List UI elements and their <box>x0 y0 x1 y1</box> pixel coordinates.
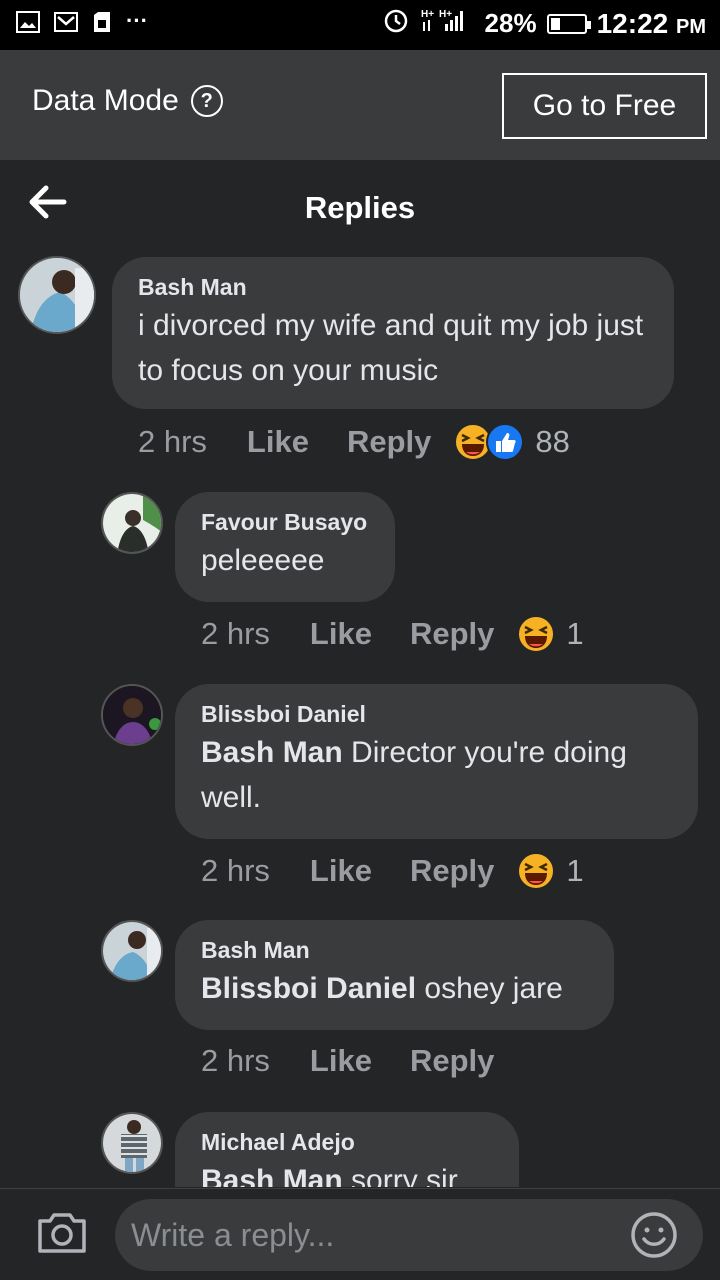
comment-actions: 2 hrs Like Reply <box>201 1043 516 1079</box>
sim-icon <box>92 11 112 38</box>
more-notifications-icon: ··· <box>126 7 148 33</box>
mention-link[interactable]: Bash Man <box>201 736 343 769</box>
like-link[interactable]: Like <box>247 424 309 460</box>
mention-link[interactable]: Blissboi Daniel <box>201 972 416 1005</box>
mention-link[interactable]: Bash Man <box>201 1164 343 1187</box>
avatar[interactable] <box>101 492 163 554</box>
replies-header: Replies <box>0 160 720 250</box>
reaction-count[interactable]: 88 <box>535 424 569 460</box>
comment-time: 2 hrs <box>201 616 270 651</box>
comment-actions: 2 hrs Like Reply 1 <box>201 614 584 654</box>
reaction-count[interactable]: 1 <box>566 853 583 889</box>
signal-icon: H+ H+ <box>419 6 475 41</box>
status-bar: ··· H+ H+ 28% 12:22 PM <box>0 0 720 50</box>
comment-time: 2 hrs <box>201 1043 270 1078</box>
like-icon[interactable] <box>485 422 525 462</box>
comment-bubble[interactable]: Favour Busayo peleeeee <box>175 492 395 602</box>
svg-text:H+: H+ <box>421 9 434 20</box>
avatar[interactable] <box>101 920 163 982</box>
comment-text: Bash Man sorry sir <box>201 1158 493 1187</box>
battery-icon <box>546 13 591 34</box>
avatar[interactable] <box>18 256 96 334</box>
reply-composer <box>0 1188 720 1280</box>
go-to-free-button[interactable]: Go to Free <box>502 73 707 139</box>
emoji-icon[interactable] <box>630 1211 678 1259</box>
comment-time: 2 hrs <box>201 853 270 888</box>
help-icon[interactable]: ? <box>190 85 223 117</box>
comment-author[interactable]: Bash Man <box>138 273 648 301</box>
comment-actions: 2 hrs Like Reply 1 <box>201 851 584 891</box>
comment-text: Blissboi Daniel oshey jare <box>201 972 563 1005</box>
battery-percent: 28% <box>484 8 537 38</box>
comment-time: 2 hrs <box>138 424 207 459</box>
comment-author[interactable]: Blissboi Daniel <box>201 700 672 728</box>
clock: 12:22 PM <box>596 7 706 39</box>
comment-text: Bash Man Director you're doing well. <box>201 736 627 814</box>
comment-bubble[interactable]: Michael Adejo Bash Man sorry sir <box>175 1112 519 1187</box>
comment-text: i divorced my wife and quit my job just … <box>138 309 644 387</box>
comment-bubble[interactable]: Bash Man i divorced my wife and quit my … <box>112 257 674 409</box>
data-mode-label: Data Mode ? <box>32 84 223 118</box>
like-link[interactable]: Like <box>310 616 372 652</box>
notification-icons: ··· <box>16 7 148 38</box>
camera-icon[interactable] <box>36 1211 88 1255</box>
gallery-icon <box>16 11 40 38</box>
page-title: Replies <box>304 190 416 225</box>
reply-link[interactable]: Reply <box>347 424 431 460</box>
comment-author[interactable]: Bash Man <box>201 936 588 964</box>
haha-icon[interactable] <box>516 614 556 654</box>
reply-input[interactable] <box>115 1199 703 1271</box>
comment-actions: 2 hrs Like Reply 88 <box>138 422 570 462</box>
alarm-icon <box>383 7 409 40</box>
reaction-count[interactable]: 1 <box>566 616 583 652</box>
comment-text: peleeeee <box>201 544 325 577</box>
haha-icon[interactable] <box>516 851 556 891</box>
like-link[interactable]: Like <box>310 853 372 889</box>
reply-link[interactable]: Reply <box>410 853 494 889</box>
comment-bubble[interactable]: Bash Man Blissboi Daniel oshey jare <box>175 920 614 1030</box>
comment-author[interactable]: Michael Adejo <box>201 1128 493 1156</box>
comment-author[interactable]: Favour Busayo <box>201 508 369 536</box>
avatar[interactable] <box>101 684 163 746</box>
like-link[interactable]: Like <box>310 1043 372 1079</box>
svg-text:H+: H+ <box>439 9 452 20</box>
mail-icon <box>54 11 78 38</box>
reply-link[interactable]: Reply <box>410 1043 494 1079</box>
comment-bubble[interactable]: Blissboi Daniel Bash Man Director you're… <box>175 684 698 839</box>
comment-list[interactable]: Bash Man i divorced my wife and quit my … <box>0 250 720 1187</box>
data-mode-bar: Data Mode ? Go to Free <box>0 50 720 160</box>
avatar[interactable] <box>101 1112 163 1174</box>
reply-link[interactable]: Reply <box>410 616 494 652</box>
